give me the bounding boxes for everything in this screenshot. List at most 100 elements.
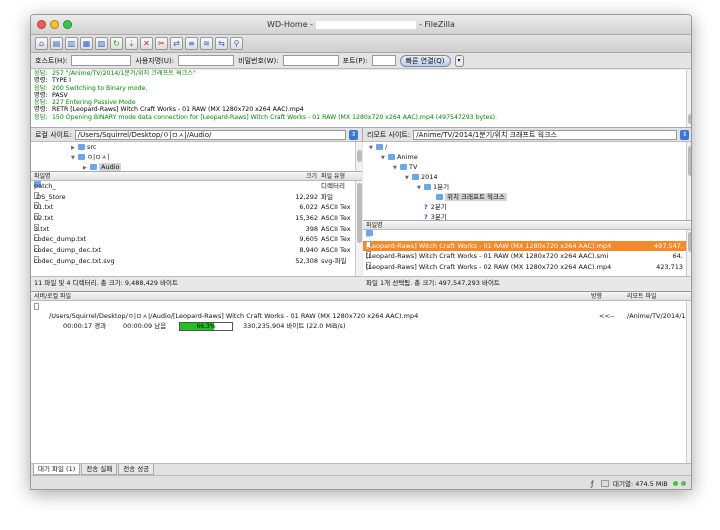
remote-header-name[interactable]: 파일명	[366, 221, 383, 230]
tree-node[interactable]: ▶ Audio	[31, 162, 362, 171]
local-header-name[interactable]: 파일명	[34, 172, 51, 181]
file-size: 6,022	[299, 203, 318, 212]
local-site-label: 로컬 사이트:	[35, 130, 72, 139]
queue-tab[interactable]: 전송 실패	[81, 464, 118, 475]
local-file-row[interactable]: 3.txt 398 ASCII Tex	[31, 223, 362, 235]
log-line: 응답: 257 "/Anime/TV/2014/1분기/위치 크래프트 웍크스"	[31, 70, 691, 77]
disclosure-arrow-icon[interactable]: ▶	[83, 163, 90, 171]
reconnect-icon[interactable]: ⇄	[170, 37, 183, 50]
local-list-scrollbar[interactable]	[355, 181, 362, 276]
host-input[interactable]	[71, 55, 132, 66]
toggle-log-icon[interactable]: ▤	[50, 37, 63, 50]
tree-node[interactable]: ? 2분기	[363, 202, 691, 212]
host-label: 호스트(H):	[35, 56, 68, 65]
user-input[interactable]	[178, 55, 235, 66]
compare-icon[interactable]: ≋	[200, 37, 213, 50]
log-line: 명령: TYPE I	[31, 77, 691, 84]
log-line: 명령: RETR [Leopard-Raws] Witch Craft Works…	[31, 106, 691, 114]
log-scrollbar[interactable]	[686, 70, 691, 127]
process-queue-icon[interactable]: ⇣	[125, 37, 138, 50]
remote-file-row[interactable]: [Leopard-Raws] Witch Craft Works - 01 RA…	[363, 251, 691, 262]
tree-node-label: ㅇ|ㅁㅅ|	[87, 153, 110, 161]
queue-header-server[interactable]: 서버/로컬 파일	[34, 292, 71, 301]
refresh-icon[interactable]: ↻	[110, 37, 123, 50]
remote-list-scrollbar[interactable]	[686, 230, 691, 276]
sync-browse-icon[interactable]: ⇆	[215, 37, 228, 50]
tree-node-label: 2014	[421, 173, 438, 181]
filter-icon[interactable]: ≡	[185, 37, 198, 50]
local-file-row[interactable]: .DS_Store 12,292 파일	[31, 191, 362, 203]
queue-local-path: /Users/Squirrel/Desktop/ㅇ|ㅁㅅ|/Audio/[Leo…	[49, 312, 419, 320]
log-text: 150 Opening BINARY mode data connection …	[52, 113, 498, 121]
filter-indicator-icon[interactable]: ƒ	[591, 476, 593, 489]
file-name: .DS_Store	[34, 192, 66, 201]
pass-label: 비밀번호(W):	[238, 56, 279, 65]
local-header-size[interactable]: 크기	[306, 172, 317, 181]
local-file-row[interactable]: 02.txt 15,362 ASCII Tex	[31, 213, 362, 224]
main-toolbar: ⌂ ▤ ▥ ▦ ▧ ↻ ⇣ ✕ ✂ ⇄ ≡ ≋ ⇆ ⚲	[31, 35, 691, 53]
local-directory-tree: ▶ src ▼ ㅇ|ㅁㅅ| ▶ Audio	[31, 142, 362, 172]
tree-node[interactable]: ▼ /	[363, 142, 691, 152]
local-path-input[interactable]: /Users/Squirrel/Desktop/ㅇ|ㅁㅅ|/Audio/	[74, 129, 346, 140]
disconnect-icon[interactable]: ✂	[155, 37, 168, 50]
cancel-icon[interactable]: ✕	[140, 37, 153, 50]
transferred-bytes: 330,235,904 바이트 (22.0 MiB/s)	[243, 322, 346, 330]
tree-node[interactable]: ▼ TV	[363, 162, 691, 172]
tree-node[interactable]: ▼ Anime	[363, 152, 691, 162]
port-input[interactable]	[371, 55, 396, 66]
remote-file-row[interactable]: ..	[363, 230, 691, 241]
folder-icon	[436, 194, 443, 200]
queue-size: 대기열: 474.5 MiB	[613, 480, 668, 488]
tree-node[interactable]: ? 3분기	[363, 212, 691, 221]
queue-tab[interactable]: 전송 성공	[118, 464, 155, 475]
file-size: 9,605	[299, 235, 318, 244]
log-text: RETR [Leopard-Raws] Witch Craft Works - …	[52, 106, 304, 114]
queue-server-row[interactable]	[31, 301, 691, 311]
search-icon[interactable]: ⚲	[230, 37, 243, 50]
remote-path-input[interactable]: /Anime/TV/2014/1분기/위치 크래프트 웍크스	[413, 129, 677, 140]
local-file-row[interactable]: 01.txt 6,022 ASCII Tex	[31, 202, 362, 213]
tree-node-label: 3분기	[430, 213, 447, 221]
progress-text: 66.3%	[196, 323, 216, 330]
log-type: 명령:	[34, 91, 48, 99]
elapsed-time: 00:00:17 경과	[63, 322, 107, 330]
toggle-queue-icon[interactable]: ▧	[95, 37, 108, 50]
local-path-dropdown[interactable]: ⇕	[349, 129, 358, 140]
queue-header-direction[interactable]: 방향	[591, 292, 602, 301]
file-name: patch_	[34, 182, 56, 190]
toggle-remote-tree-icon[interactable]: ▦	[80, 37, 93, 50]
local-file-row[interactable]: patch_ 디렉터리	[31, 181, 362, 192]
tree-node[interactable]: ▼ 2014	[363, 172, 691, 182]
toggle-local-tree-icon[interactable]: ▥	[65, 37, 78, 50]
site-manager-icon[interactable]: ⌂	[35, 37, 48, 50]
tree-node[interactable]: ▶ src	[31, 142, 362, 152]
remote-file-row[interactable]: [Leopard-Raws] Witch Craft Works - 02 RA…	[363, 262, 691, 273]
queue-scrollbar[interactable]	[686, 301, 691, 464]
local-file-row[interactable]: codec_dump_dec.txt.svg 52,308 svg-파일	[31, 255, 362, 267]
file-size: 398	[305, 224, 318, 233]
tree-node[interactable]: ▼ 1분기	[363, 182, 691, 192]
queue-tab[interactable]: 대기 파일 (1)	[33, 464, 81, 475]
tree-node-label: TV	[409, 163, 418, 171]
quickconnect-button[interactable]: 빠른 연결(Q)	[399, 54, 451, 67]
file-type: 파일	[321, 192, 333, 201]
transfer-queue: 서버/로컬 파일 방향 리모트 파일 /Users/Squirrel/Deskt…	[31, 291, 691, 464]
password-input[interactable]	[282, 55, 339, 66]
tree-node[interactable]: ▼ ㅇ|ㅁㅅ|	[31, 152, 362, 162]
local-file-row[interactable]: codec_dump_dec.txt 8,940 ASCII Tex	[31, 245, 362, 256]
queue-file-row[interactable]: /Users/Squirrel/Desktop/ㅇ|ㅁㅅ|/Audio/[Leo…	[31, 311, 691, 321]
quickconnect-dropdown[interactable]: ▾	[454, 54, 464, 67]
queue-remote-path: /Anime/TV/2014/1	[627, 312, 686, 320]
tree-node[interactable]: 위치 크래프트 웍크스	[363, 192, 691, 202]
tree-node-label: Audio	[99, 163, 122, 171]
local-header-type[interactable]: 파일 유형	[321, 172, 345, 181]
local-file-row[interactable]: codec_dump.txt 9,605 ASCII Tex	[31, 234, 362, 245]
queue-header-remote[interactable]: 리모트 파일	[627, 292, 657, 301]
file-type: ASCII Tex	[321, 224, 351, 233]
file-size: 12,292	[295, 192, 318, 201]
file-name: 3.txt	[34, 224, 50, 233]
file-type: 디렉터리	[321, 182, 345, 190]
remote-path-dropdown[interactable]: ⇕	[680, 129, 689, 140]
remote-file-row[interactable]: [Leopard-Raws] Witch Craft Works - 01 RA…	[363, 240, 691, 252]
file-type: ASCII Tex	[321, 235, 351, 244]
